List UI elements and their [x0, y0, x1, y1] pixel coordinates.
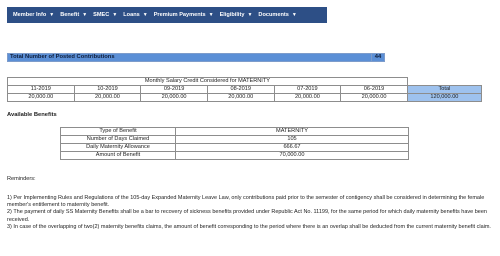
salary-amount: 20,000.00	[73, 93, 142, 102]
total-header: Total	[406, 85, 483, 94]
nav-item-benefit[interactable]: Benefit ▼	[60, 12, 87, 18]
nav-item-member-info[interactable]: Member Info ▼	[13, 12, 54, 18]
chevron-down-icon: ▼	[82, 12, 88, 18]
benefit-row-value: MATERNITY	[175, 127, 409, 136]
available-benefits-table: Type of Benefit MATERNITY Number of Days…	[60, 127, 409, 160]
salary-credit-table: Monthly Salary Credit Considered for MAT…	[7, 77, 483, 102]
table-row: Type of Benefit MATERNITY	[60, 127, 409, 136]
table-row: Number of Days Claimed 105	[60, 135, 409, 144]
salary-credit-caption: Monthly Salary Credit Considered for MAT…	[7, 77, 408, 86]
benefit-row-value: 105	[175, 135, 409, 144]
month-header: 11-2019	[7, 85, 75, 94]
benefit-row-label: Type of Benefit	[60, 127, 176, 136]
reminders-list: 1) Per Implementing Rules and Regulation…	[7, 195, 495, 231]
nav-item-label: Member Info	[13, 12, 47, 18]
salary-amount: 20,000.00	[206, 93, 275, 102]
chevron-down-icon: ▼	[142, 12, 148, 18]
nav-item-eligibility[interactable]: Eligibility ▼	[220, 12, 253, 18]
salary-amount: 20,000.00	[273, 93, 342, 102]
table-row: Monthly Salary Credit Considered for MAT…	[7, 77, 482, 86]
total-posted-contributions: Total Number of Posted Contributions 44	[7, 53, 385, 62]
month-header: 09-2019	[140, 85, 208, 94]
total-posted-label: Total Number of Posted Contributions	[8, 54, 372, 61]
nav-item-label: Eligibility	[219, 12, 245, 18]
benefit-row-label: Amount of Benefit	[60, 151, 176, 160]
benefit-row-label: Daily Maternity Allowance	[60, 143, 176, 152]
month-header: 07-2019	[273, 85, 342, 94]
chevron-down-icon: ▼	[291, 12, 297, 18]
benefit-row-value: 70,000.00	[175, 151, 409, 160]
reminder-item: 2) The payment of daily SS Maternity Ben…	[7, 209, 487, 223]
nav-item-loans[interactable]: Loans ▼	[123, 12, 147, 18]
available-benefits-title: Available Benefits	[7, 112, 57, 118]
nav-item-label: Benefit	[60, 12, 80, 18]
nav-item-label: SMEC	[93, 12, 110, 18]
reminder-item: 1) Per Implementing Rules and Regulation…	[7, 195, 485, 209]
chevron-down-icon: ▼	[112, 12, 118, 18]
month-header: 06-2019	[340, 85, 408, 94]
salary-total-value: 120,000.00	[406, 93, 483, 102]
top-nav-bar: Member Info ▼ Benefit ▼ SMEC ▼ Loans ▼ P…	[7, 7, 327, 23]
table-row: 11-2019 10-2019 09-2019 08-2019 07-2019 …	[7, 85, 483, 94]
nav-item-documents[interactable]: Documents ▼	[258, 12, 296, 18]
reminder-item: 3) In case of the overlapping of two(2) …	[7, 223, 491, 230]
salary-amount: 20,000.00	[340, 93, 408, 102]
table-row: Daily Maternity Allowance 666.67	[60, 143, 409, 152]
chevron-down-icon: ▼	[247, 12, 253, 18]
nav-item-premium-payments[interactable]: Premium Payments ▼	[154, 12, 214, 18]
nav-item-label: Documents	[258, 12, 289, 18]
chevron-down-icon: ▼	[208, 12, 214, 18]
salary-amount: 20,000.00	[140, 93, 208, 102]
benefit-row-value: 666.67	[175, 143, 409, 152]
empty-cell	[407, 78, 481, 86]
month-header: 10-2019	[73, 85, 142, 94]
benefit-row-label: Number of Days Claimed	[60, 135, 176, 144]
nav-item-label: Premium Payments	[153, 12, 206, 18]
nav-item-smec[interactable]: SMEC ▼	[93, 12, 117, 18]
salary-amount: 20,000.00	[7, 93, 75, 102]
table-row: 20,000.00 20,000.00 20,000.00 20,000.00 …	[7, 93, 483, 102]
reminders-title: Reminders:	[7, 176, 36, 182]
chevron-down-icon: ▼	[49, 12, 55, 18]
nav-item-label: Loans	[123, 12, 140, 18]
total-posted-value: 44	[372, 54, 384, 61]
table-row: Amount of Benefit 70,000.00	[60, 151, 409, 160]
month-header: 08-2019	[206, 85, 275, 94]
